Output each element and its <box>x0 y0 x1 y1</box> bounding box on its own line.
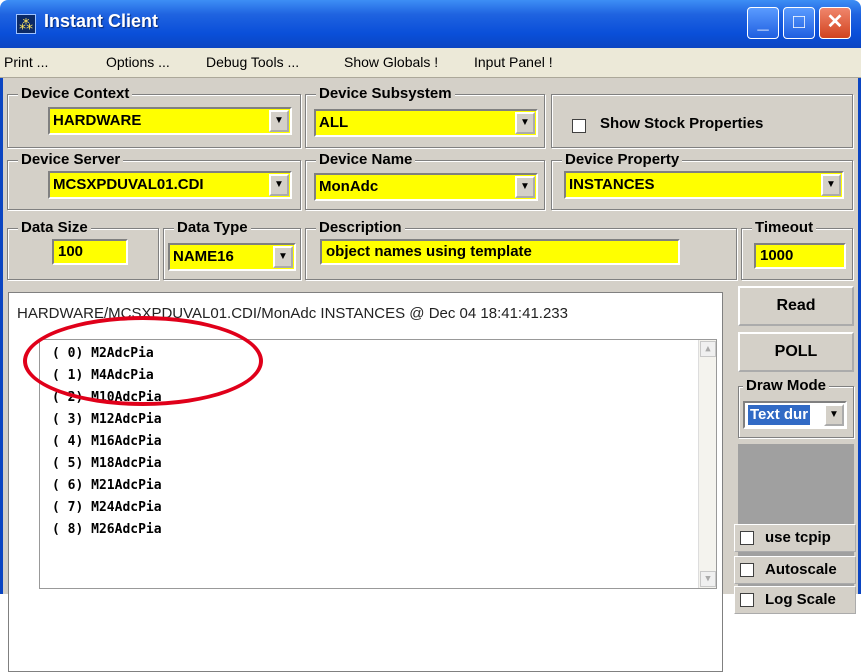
log-scale-option[interactable]: Log Scale <box>734 586 856 614</box>
chevron-down-icon[interactable]: ▼ <box>515 112 535 134</box>
window-title: Instant Client <box>44 11 159 31</box>
chevron-down-icon[interactable]: ▼ <box>269 174 289 196</box>
draw-mode-group: Draw Mode Text dur ▼ <box>738 377 854 438</box>
list-item[interactable]: ( 5) M18AdcPia <box>52 456 162 471</box>
device-server-select[interactable]: MCSXPDUVAL01.CDI ▼ <box>48 171 292 199</box>
timeout-group: Timeout 1000 <box>741 219 853 280</box>
device-name-select[interactable]: MonAdc ▼ <box>314 173 538 201</box>
data-type-value: NAME16 <box>173 248 234 265</box>
autoscale-option[interactable]: Autoscale <box>734 556 856 584</box>
data-type-group: Data Type NAME16 ▼ <box>163 219 301 280</box>
device-context-label: Device Context <box>18 85 133 103</box>
title-bar[interactable]: ⁂ Instant Client _ □ ✕ <box>0 0 861 48</box>
list-item[interactable]: ( 7) M24AdcPia <box>52 500 162 515</box>
chevron-down-icon[interactable]: ▼ <box>824 404 844 426</box>
timeout-input[interactable]: 1000 <box>754 243 846 269</box>
menu-show-globals[interactable]: Show Globals ! <box>344 54 438 70</box>
device-context-group: Device Context HARDWARE ▼ <box>7 85 301 148</box>
chevron-down-icon[interactable]: ▼ <box>821 174 841 196</box>
data-type-select[interactable]: NAME16 ▼ <box>168 243 296 271</box>
use-tcpip-label: use tcpip <box>765 529 831 546</box>
show-stock-label: Show Stock Properties <box>600 115 764 132</box>
device-subsystem-select[interactable]: ALL ▼ <box>314 109 538 137</box>
draw-mode-value: Text dur <box>748 405 811 425</box>
timeout-label: Timeout <box>752 219 817 237</box>
minimize-button[interactable]: _ <box>747 7 779 39</box>
draw-mode-label: Draw Mode <box>743 377 830 395</box>
close-button[interactable]: ✕ <box>819 7 851 39</box>
device-subsystem-value: ALL <box>319 114 349 131</box>
device-subsystem-group: Device Subsystem ALL ▼ <box>305 85 545 148</box>
read-button[interactable]: Read <box>738 286 854 326</box>
device-property-select[interactable]: INSTANCES ▼ <box>564 171 844 199</box>
device-context-select[interactable]: HARDWARE ▼ <box>48 107 292 135</box>
app-grid-icon[interactable]: ⁂ <box>16 14 36 34</box>
highlight-ellipse <box>23 316 263 406</box>
draw-mode-select[interactable]: Text dur ▼ <box>743 401 847 429</box>
menu-input-panel[interactable]: Input Panel ! <box>474 54 553 70</box>
list-item[interactable]: ( 8) M26AdcPia <box>52 522 162 537</box>
menu-bar: Print ... Options ... Debug Tools ... Sh… <box>0 48 861 78</box>
device-subsystem-label: Device Subsystem <box>316 85 455 103</box>
scroll-up-icon[interactable]: ▲ <box>700 341 716 357</box>
scroll-down-icon[interactable]: ▼ <box>700 571 716 587</box>
data-size-group: Data Size 100 <box>7 219 159 280</box>
show-stock-group: Show Stock Properties <box>551 94 853 148</box>
autoscale-checkbox[interactable] <box>740 563 754 577</box>
list-item[interactable]: ( 4) M16AdcPia <box>52 434 162 449</box>
data-size-input[interactable]: 100 <box>52 239 128 265</box>
list-item[interactable]: ( 6) M21AdcPia <box>52 478 162 493</box>
chevron-down-icon[interactable]: ▼ <box>269 110 289 132</box>
menu-debug-tools[interactable]: Debug Tools ... <box>206 54 299 70</box>
device-server-value: MCSXPDUVAL01.CDI <box>53 176 204 193</box>
list-item[interactable]: ( 3) M12AdcPia <box>52 412 162 427</box>
device-name-label: Device Name <box>316 151 416 169</box>
data-type-label: Data Type <box>174 219 251 237</box>
maximize-button[interactable]: □ <box>783 7 815 39</box>
device-name-value: MonAdc <box>319 178 379 195</box>
use-tcpip-option[interactable]: use tcpip <box>734 524 856 552</box>
device-server-label: Device Server <box>18 151 124 169</box>
show-stock-checkbox[interactable] <box>572 119 586 133</box>
autoscale-label: Autoscale <box>765 561 837 578</box>
chevron-down-icon[interactable]: ▼ <box>515 176 535 198</box>
menu-print[interactable]: Print ... <box>4 54 48 70</box>
device-property-value: INSTANCES <box>569 176 655 193</box>
data-size-label: Data Size <box>18 219 91 237</box>
menu-options[interactable]: Options ... <box>106 54 170 70</box>
use-tcpip-checkbox[interactable] <box>740 531 754 545</box>
chevron-down-icon[interactable]: ▼ <box>273 246 293 268</box>
log-scale-checkbox[interactable] <box>740 593 754 607</box>
device-context-value: HARDWARE <box>53 112 142 129</box>
description-input[interactable]: object names using template <box>320 239 680 265</box>
description-label: Description <box>316 219 405 237</box>
description-group: Description object names using template <box>305 219 737 280</box>
device-name-group: Device Name MonAdc ▼ <box>305 151 545 210</box>
poll-button[interactable]: POLL <box>738 332 854 372</box>
list-scrollbar[interactable]: ▲ ▼ <box>698 340 716 588</box>
device-property-label: Device Property <box>562 151 683 169</box>
device-server-group: Device Server MCSXPDUVAL01.CDI ▼ <box>7 151 301 210</box>
device-property-group: Device Property INSTANCES ▼ <box>551 151 853 210</box>
